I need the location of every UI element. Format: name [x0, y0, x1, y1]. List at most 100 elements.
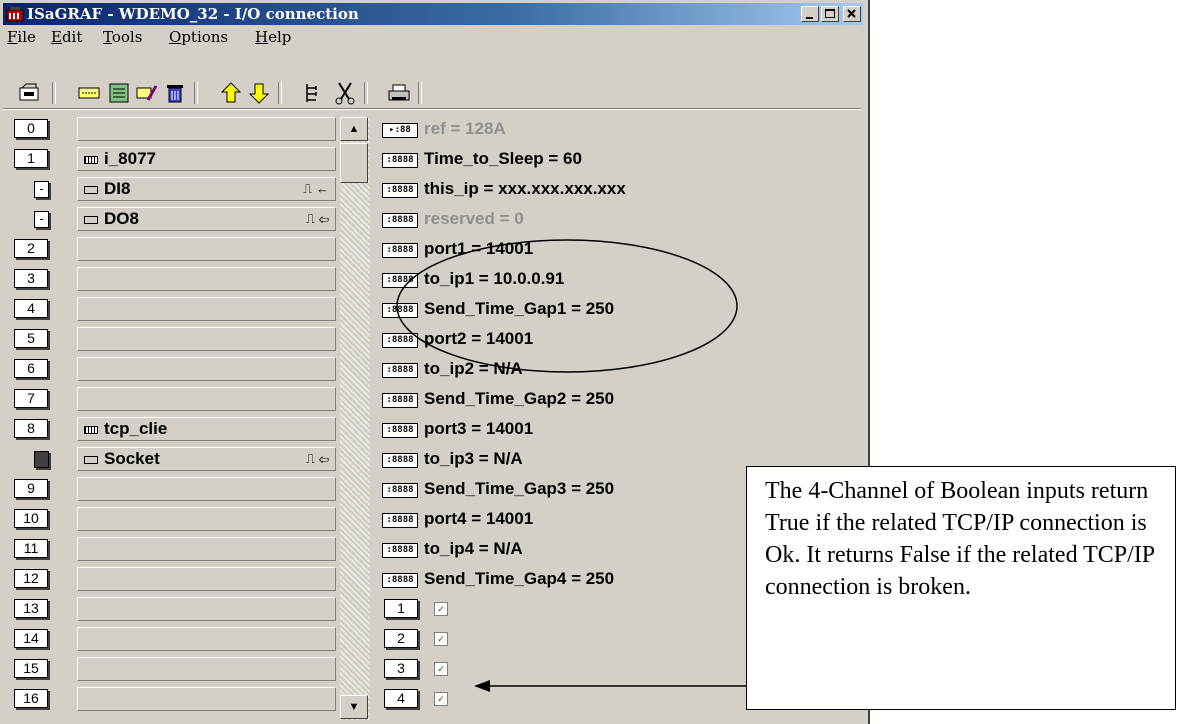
integer-variable-icon: ▸:88: [382, 123, 418, 138]
delete-icon[interactable]: [162, 80, 188, 106]
up-arrow-icon[interactable]: [218, 80, 244, 106]
board-name: Socket: [104, 449, 160, 468]
slot-number[interactable]: 16: [14, 689, 48, 708]
subslot-box[interactable]: [34, 451, 49, 468]
slot-number[interactable]: 9: [14, 479, 48, 498]
channel-number[interactable]: 4: [384, 689, 418, 708]
subslot-box[interactable]: -: [34, 211, 49, 228]
scroll-thumb[interactable]: [340, 143, 368, 183]
board-icon: [84, 426, 98, 434]
slot-number[interactable]: 4: [14, 299, 48, 318]
slot-row[interactable]: [77, 327, 336, 351]
slot-number[interactable]: 11: [14, 539, 48, 558]
output-direction-icon: ⎍ ⇦: [305, 451, 329, 466]
slot-number[interactable]: 15: [14, 659, 48, 678]
boolean-input-icon: ✓: [434, 602, 448, 616]
toolbar-separator: [278, 82, 282, 104]
menu-edit[interactable]: Edit: [51, 28, 82, 46]
board-name: DI8: [104, 179, 131, 198]
slot-row[interactable]: [77, 687, 336, 711]
slot-row[interactable]: [77, 597, 336, 621]
minimize-icon[interactable]: [801, 6, 819, 22]
slot-number[interactable]: 12: [14, 569, 48, 588]
window-title: ISaGRAF - WDEMO_32 - I/O connection: [27, 5, 359, 23]
integer-variable-icon: :8888: [382, 183, 418, 198]
sub-board-icon: [84, 186, 98, 194]
menu-file[interactable]: File: [7, 28, 36, 46]
scroll-down-icon[interactable]: ▼: [340, 695, 368, 719]
subslot-box[interactable]: -: [34, 181, 49, 198]
slot-row[interactable]: [77, 627, 336, 651]
slot-row[interactable]: [77, 507, 336, 531]
slot-row[interactable]: tcp_clie: [77, 417, 336, 441]
close-icon[interactable]: [843, 6, 861, 22]
integer-variable-icon: :8888: [382, 423, 418, 438]
slot-row[interactable]: [77, 237, 336, 261]
slot-number[interactable]: 2: [14, 239, 48, 258]
menu-options[interactable]: Options: [169, 28, 228, 46]
cut-icon[interactable]: [332, 80, 358, 106]
edit-icon[interactable]: [134, 80, 160, 106]
slot-row[interactable]: [77, 537, 336, 561]
pointer-arrow: [474, 680, 748, 692]
slot-row[interactable]: [77, 357, 336, 381]
parameter-row[interactable]: :8888 reserved = 0: [382, 209, 524, 233]
variables-icon[interactable]: [106, 80, 132, 106]
parameter-text: port3 = 14001: [424, 419, 534, 438]
input-direction-icon: ⎍ ←: [303, 181, 329, 196]
slot-row[interactable]: DI8 ⎍ ←: [77, 177, 336, 201]
scroll-up-icon[interactable]: ▲: [340, 117, 368, 141]
parameter-text: Time_to_Sleep = 60: [424, 149, 582, 168]
parameter-row[interactable]: :8888 Send_Time_Gap2 = 250: [382, 389, 614, 413]
parameter-row[interactable]: ▸:88 ref = 128A: [382, 119, 506, 143]
slot-row[interactable]: [77, 267, 336, 291]
slot-row[interactable]: [77, 567, 336, 591]
highlight-ellipse: [396, 239, 738, 373]
channel-number[interactable]: 2: [384, 629, 418, 648]
open-icon[interactable]: [16, 80, 42, 106]
parameter-row[interactable]: :8888 Send_Time_Gap3 = 250: [382, 479, 614, 503]
board-icon[interactable]: [76, 80, 102, 106]
tree-icon[interactable]: [302, 80, 328, 106]
boolean-input-icon: ✓: [434, 692, 448, 706]
vertical-scrollbar[interactable]: ▲ ▼: [340, 117, 370, 720]
slot-number[interactable]: 6: [14, 359, 48, 378]
slot-number[interactable]: 10: [14, 509, 48, 528]
menu-help[interactable]: Help: [255, 28, 291, 46]
menu-tools[interactable]: Tools: [103, 28, 142, 46]
board-name: i_8077: [104, 149, 156, 168]
slot-row[interactable]: DO8 ⎍ ⇦: [77, 207, 336, 231]
slot-number[interactable]: 14: [14, 629, 48, 648]
title-bar[interactable]: ISaGRAF - WDEMO_32 - I/O connection: [3, 3, 863, 25]
slot-number[interactable]: 7: [14, 389, 48, 408]
slot-row[interactable]: [77, 117, 336, 141]
slot-row[interactable]: i_8077: [77, 147, 336, 171]
parameter-row[interactable]: :8888 port4 = 14001: [382, 509, 533, 533]
integer-variable-icon: :8888: [382, 213, 418, 228]
slot-row[interactable]: [77, 477, 336, 501]
parameter-row[interactable]: :8888 to_ip4 = N/A: [382, 539, 523, 563]
slot-number[interactable]: 0: [14, 119, 48, 138]
maximize-icon[interactable]: [821, 6, 839, 22]
slot-row[interactable]: [77, 387, 336, 411]
channel-number[interactable]: 3: [384, 659, 418, 678]
slot-row[interactable]: [77, 657, 336, 681]
parameter-row[interactable]: :8888 port3 = 14001: [382, 419, 533, 443]
print-icon[interactable]: [386, 80, 412, 106]
slot-number[interactable]: 5: [14, 329, 48, 348]
channel-number[interactable]: 1: [384, 599, 418, 618]
slot-row[interactable]: [77, 297, 336, 321]
parameter-text: Send_Time_Gap3 = 250: [424, 479, 615, 498]
parameter-row[interactable]: :8888 Time_to_Sleep = 60: [382, 149, 582, 173]
sub-board-icon: [84, 216, 98, 224]
slot-row[interactable]: Socket ⎍ ⇦: [77, 447, 336, 471]
slot-number[interactable]: 8: [14, 419, 48, 438]
slot-number[interactable]: 3: [14, 269, 48, 288]
parameter-row[interactable]: :8888 this_ip = xxx.xxx.xxx.xxx: [382, 179, 626, 203]
down-arrow-icon[interactable]: [246, 80, 272, 106]
parameter-row[interactable]: :8888 Send_Time_Gap4 = 250: [382, 569, 614, 593]
board-name: DO8: [104, 209, 139, 228]
slot-number[interactable]: 13: [14, 599, 48, 618]
slot-number[interactable]: 1: [14, 149, 48, 168]
parameter-row[interactable]: :8888 to_ip3 = N/A: [382, 449, 523, 473]
